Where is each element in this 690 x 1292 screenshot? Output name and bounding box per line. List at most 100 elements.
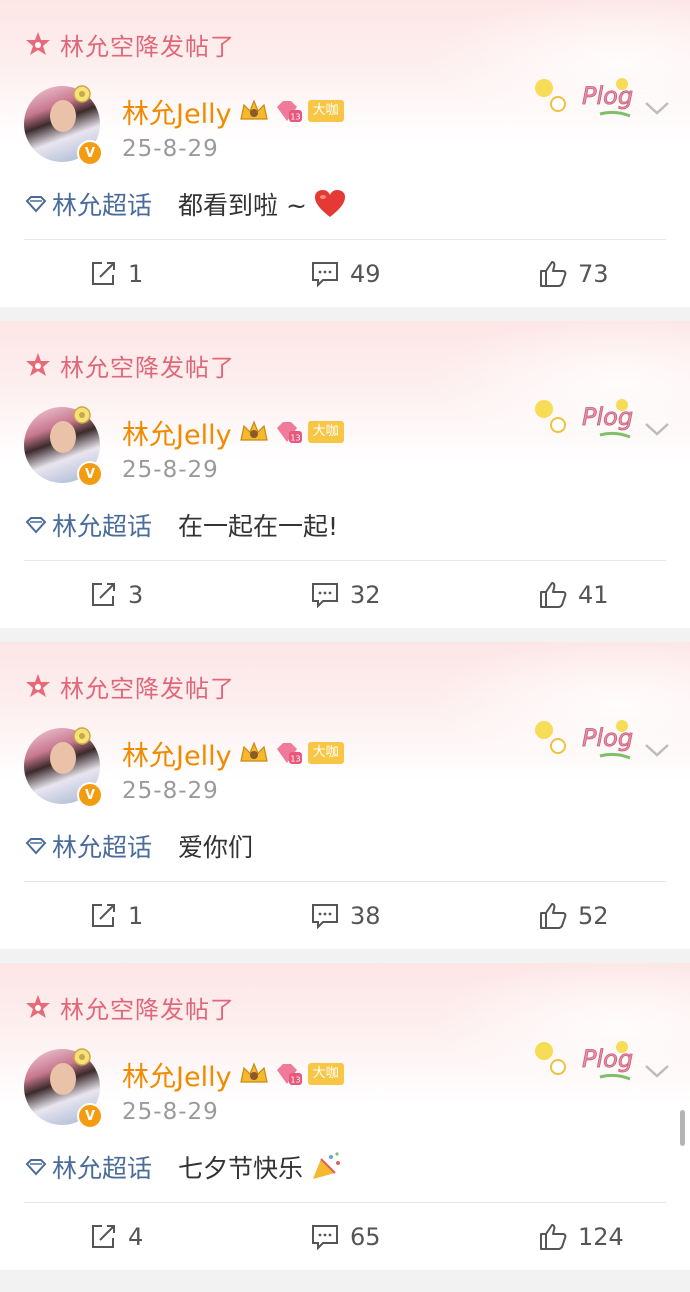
plog-sticker-icon: Plog (535, 399, 633, 439)
author-row: 林允Jelly 13 大咖 (122, 734, 344, 773)
crown-icon (239, 741, 268, 762)
avatar-decoration-icon (73, 727, 91, 745)
post-card[interactable]: 林允空降发帖了 V 林允Jelly 13 大咖 25-8-29 Plog 林允超… (0, 321, 690, 628)
post-date: 25-8-29 (122, 1099, 219, 1125)
scrollbar[interactable] (680, 1110, 685, 1146)
post-card[interactable]: 林允空降发帖了 V 林允Jelly 13 大咖 25-8-29 Plog 林允超… (0, 642, 690, 949)
comment-icon (312, 904, 338, 930)
action-bar: 3 32 41 (0, 571, 690, 619)
comment-button[interactable]: 38 (310, 892, 381, 940)
username[interactable]: 林允Jelly (122, 734, 232, 773)
repost-button[interactable]: 4 (88, 1213, 143, 1261)
svg-text:13: 13 (290, 755, 300, 764)
post-banner: 林允空降发帖了 (24, 668, 235, 704)
avatar-decoration-icon (73, 85, 91, 103)
like-icon (540, 1224, 567, 1250)
author-row: 林允Jelly 13 大咖 (122, 1055, 344, 1094)
comment-button[interactable]: 65 (310, 1213, 381, 1261)
comment-count: 32 (350, 581, 381, 609)
comment-count: 65 (350, 1223, 381, 1251)
verified-icon: V (77, 461, 103, 487)
like-count: 41 (578, 581, 609, 609)
username[interactable]: 林允Jelly (122, 92, 232, 131)
vip-badge: 大咖 (307, 742, 344, 764)
post-date: 25-8-29 (122, 778, 219, 804)
plog-sticker-icon: Plog (535, 720, 633, 760)
like-icon (540, 261, 567, 287)
post-text: 在一起在一起! (178, 512, 339, 541)
chevron-down-icon[interactable] (642, 1061, 672, 1081)
level-icon: 13 (276, 743, 302, 764)
crown-icon (239, 99, 268, 120)
svg-text:13: 13 (290, 434, 300, 443)
post-text: 七夕节快乐 (178, 1154, 304, 1183)
topic-diamond-icon (25, 196, 47, 213)
level-icon: 13 (276, 101, 302, 122)
comment-count: 49 (350, 260, 381, 288)
avatar-decoration-icon (73, 406, 91, 424)
verified-icon: V (77, 1103, 103, 1129)
post-text: 爱你们 (178, 833, 254, 862)
comment-button[interactable]: 32 (310, 571, 381, 619)
repost-button[interactable]: 1 (88, 892, 143, 940)
repost-count: 4 (128, 1223, 144, 1251)
like-button[interactable]: 41 (538, 571, 609, 619)
party-popper-icon (313, 1152, 341, 1179)
like-count: 73 (578, 260, 609, 288)
repost-count: 1 (128, 902, 144, 930)
topic-link[interactable]: 林允超话 (52, 828, 152, 864)
repost-icon (92, 904, 115, 927)
comment-icon (312, 262, 338, 288)
like-button[interactable]: 52 (538, 892, 609, 940)
avatar[interactable]: V (24, 727, 103, 808)
topic-diamond-icon (25, 1159, 47, 1176)
username[interactable]: 林允Jelly (122, 413, 232, 452)
post-card[interactable]: 林允空降发帖了 V 林允Jelly 13 大咖 25-8-29 Plog 林允超… (0, 0, 690, 307)
chevron-down-icon[interactable] (642, 740, 672, 760)
topic-link[interactable]: 林允超话 (52, 186, 152, 222)
star-badge-icon (26, 353, 50, 376)
avatar[interactable]: V (24, 1048, 103, 1129)
like-icon (540, 903, 567, 929)
chevron-down-icon[interactable] (642, 98, 672, 118)
like-button[interactable]: 124 (538, 1213, 624, 1261)
plog-sticker-icon: Plog (535, 78, 633, 118)
post-content: 林允超话 都看到啦 ~ (24, 184, 347, 224)
banner-text: 林允空降发帖了 (60, 674, 235, 703)
svg-text:13: 13 (290, 1076, 300, 1085)
like-button[interactable]: 73 (538, 250, 609, 298)
verified-icon: V (77, 140, 103, 166)
username[interactable]: 林允Jelly (122, 1055, 232, 1094)
avatar[interactable]: V (24, 85, 103, 166)
comment-icon (312, 583, 338, 609)
plog-sticker-icon: Plog (535, 1041, 633, 1081)
repost-button[interactable]: 3 (88, 571, 143, 619)
comment-button[interactable]: 49 (310, 250, 381, 298)
topic-link[interactable]: 林允超话 (52, 1149, 152, 1185)
topic-diamond-icon (25, 517, 47, 534)
post-content: 林允超话 爱你们 (24, 826, 253, 866)
crown-icon (239, 1062, 268, 1083)
comment-icon (312, 1225, 338, 1251)
crown-icon (239, 420, 268, 441)
action-bar: 1 38 52 (0, 892, 690, 940)
post-banner: 林允空降发帖了 (24, 347, 235, 383)
action-bar: 4 65 124 (0, 1213, 690, 1261)
topic-diamond-icon (25, 838, 47, 855)
chevron-down-icon[interactable] (642, 419, 672, 439)
topic-link[interactable]: 林允超话 (52, 507, 152, 543)
avatar[interactable]: V (24, 406, 103, 487)
repost-button[interactable]: 1 (88, 250, 143, 298)
heart-emoji-icon (314, 190, 345, 217)
like-count: 124 (578, 1223, 624, 1251)
like-icon (540, 582, 567, 608)
divider (24, 239, 666, 240)
like-count: 52 (578, 902, 609, 930)
svg-text:13: 13 (290, 113, 300, 122)
repost-icon (92, 1225, 115, 1248)
repost-count: 1 (128, 260, 144, 288)
vip-badge: 大咖 (307, 1063, 344, 1085)
post-card[interactable]: 林允空降发帖了 V 林允Jelly 13 大咖 25-8-29 Plog 林允超… (0, 963, 690, 1270)
banner-text: 林允空降发帖了 (60, 353, 235, 382)
star-badge-icon (26, 32, 50, 55)
